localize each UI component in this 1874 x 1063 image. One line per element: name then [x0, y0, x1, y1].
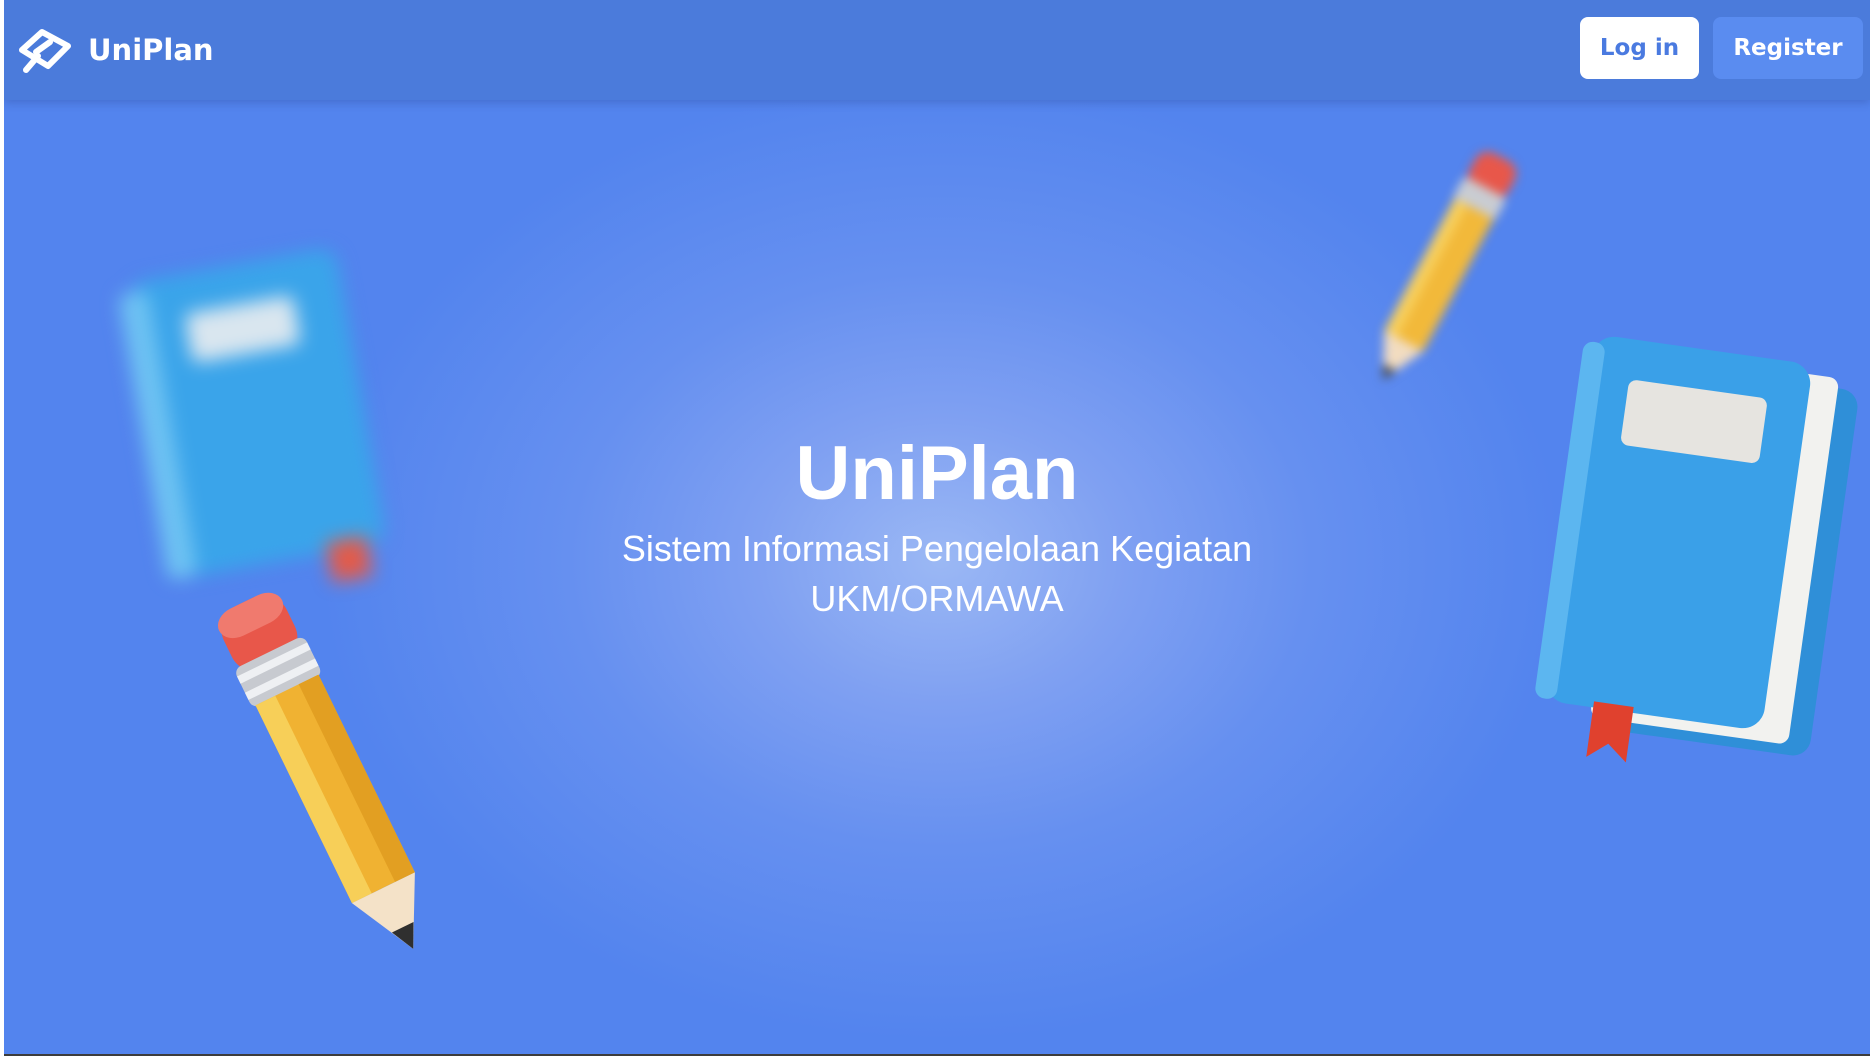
- hero-subtitle-line2: UKM/ORMAWA: [810, 578, 1064, 619]
- register-button[interactable]: Register: [1713, 17, 1863, 79]
- pencil-illustration: [1383, 151, 1516, 380]
- uniplan-logo-icon: [19, 29, 71, 73]
- hero-title: UniPlan: [795, 431, 1079, 516]
- hero-subtitle: Sistem Informasi Pengelolaan Kegiatan UK…: [4, 524, 1870, 624]
- hero-section: UniPlan Sistem Informasi Pengelolaan Keg…: [4, 100, 1870, 1054]
- pencil-illustration: [217, 592, 415, 949]
- brand[interactable]: UniPlan: [16, 24, 214, 76]
- brand-name: UniPlan: [88, 33, 214, 67]
- landing-page: UniPlan Log in Register UniPlan Sistem I…: [4, 0, 1870, 1056]
- login-button[interactable]: Log in: [1580, 17, 1699, 79]
- hero-subtitle-line1: Sistem Informasi Pengelolaan Kegiatan: [621, 528, 1253, 569]
- top-navbar: UniPlan Log in Register: [4, 0, 1870, 100]
